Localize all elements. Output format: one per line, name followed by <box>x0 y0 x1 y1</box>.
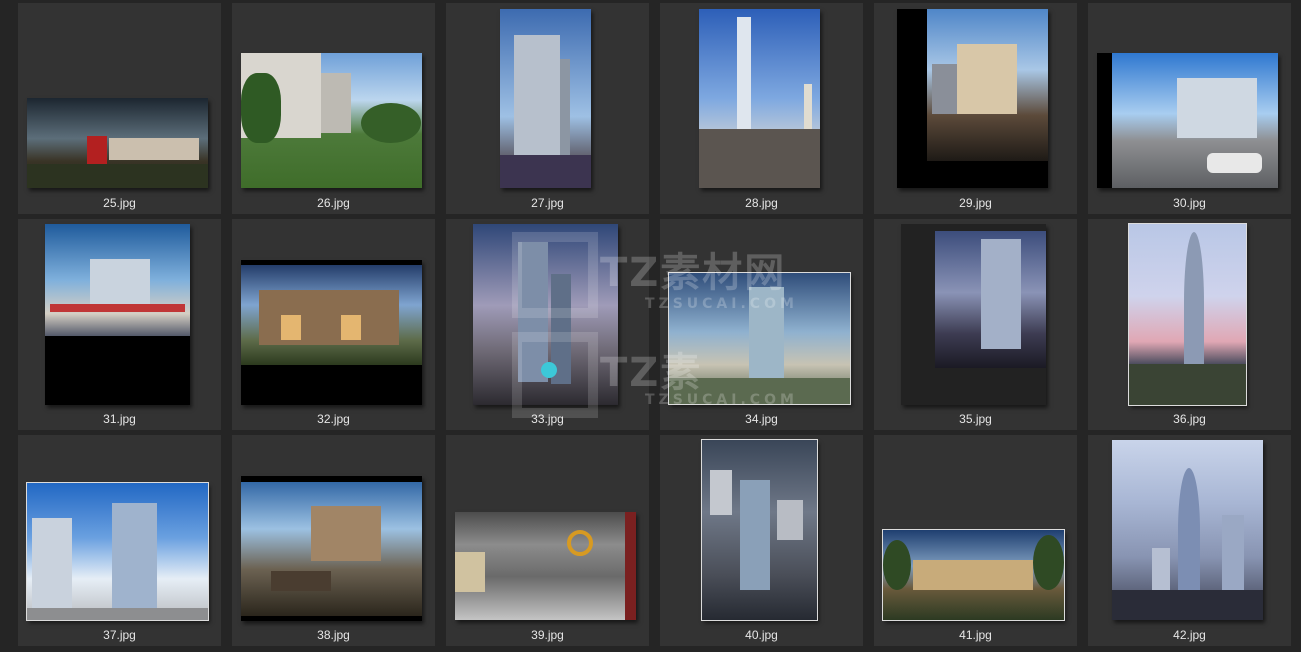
thumbnail-image <box>45 224 190 405</box>
thumbnail-image <box>1097 53 1278 188</box>
thumbnail-image <box>500 9 591 188</box>
thumbnail-image <box>701 439 818 621</box>
thumbnail-image <box>473 224 618 405</box>
file-name-label: 26.jpg <box>317 196 350 210</box>
file-name-label: 36.jpg <box>1173 412 1206 426</box>
file-tile-32[interactable]: 32.jpg <box>232 219 435 430</box>
file-name-label: 34.jpg <box>745 412 778 426</box>
thumbnail-image <box>1128 223 1247 406</box>
file-name-label: 30.jpg <box>1173 196 1206 210</box>
file-tile-27[interactable]: 27.jpg <box>446 3 649 214</box>
file-tile-33[interactable]: 33.jpg <box>446 219 649 430</box>
file-tile-40[interactable]: 40.jpg <box>660 435 863 646</box>
file-tile-30[interactable]: 30.jpg <box>1088 3 1291 214</box>
file-tile-28[interactable]: 28.jpg <box>660 3 863 214</box>
file-name-label: 28.jpg <box>745 196 778 210</box>
thumbnail-grid: 25.jpg 26.jpg 27.jpg 28.jpg 29.jpg 30.jp… <box>0 0 1301 652</box>
thumbnail-image <box>455 512 636 620</box>
file-tile-26[interactable]: 26.jpg <box>232 3 435 214</box>
thumbnail-image <box>897 9 1048 188</box>
file-name-label: 38.jpg <box>317 628 350 642</box>
file-tile-41[interactable]: 41.jpg <box>874 435 1077 646</box>
thumbnail-image <box>26 482 209 621</box>
file-tile-38[interactable]: 38.jpg <box>232 435 435 646</box>
file-name-label: 25.jpg <box>103 196 136 210</box>
file-name-label: 41.jpg <box>959 628 992 642</box>
file-name-label: 31.jpg <box>103 412 136 426</box>
file-tile-25[interactable]: 25.jpg <box>18 3 221 214</box>
file-tile-34[interactable]: 34.jpg <box>660 219 863 430</box>
file-tile-37[interactable]: 37.jpg <box>18 435 221 646</box>
thumbnail-image <box>882 529 1065 621</box>
file-tile-36[interactable]: 36.jpg <box>1088 219 1291 430</box>
thumbnail-image <box>241 260 422 405</box>
thumbnail-image <box>699 9 820 188</box>
file-tile-42[interactable]: 42.jpg <box>1088 435 1291 646</box>
thumbnail-image <box>901 224 1046 405</box>
file-name-label: 39.jpg <box>531 628 564 642</box>
thumbnail-image <box>668 272 851 405</box>
file-tile-35[interactable]: 35.jpg <box>874 219 1077 430</box>
file-name-label: 37.jpg <box>103 628 136 642</box>
file-name-label: 42.jpg <box>1173 628 1206 642</box>
thumbnail-image <box>27 98 208 188</box>
file-name-label: 35.jpg <box>959 412 992 426</box>
thumbnail-image <box>1112 440 1263 620</box>
file-name-label: 33.jpg <box>531 412 564 426</box>
file-tile-31[interactable]: 31.jpg <box>18 219 221 430</box>
file-name-label: 32.jpg <box>317 412 350 426</box>
thumbnail-image <box>241 476 422 621</box>
file-tile-29[interactable]: 29.jpg <box>874 3 1077 214</box>
file-tile-39[interactable]: 39.jpg <box>446 435 649 646</box>
thumbnail-image <box>241 53 422 188</box>
file-name-label: 40.jpg <box>745 628 778 642</box>
file-name-label: 27.jpg <box>531 196 564 210</box>
file-name-label: 29.jpg <box>959 196 992 210</box>
